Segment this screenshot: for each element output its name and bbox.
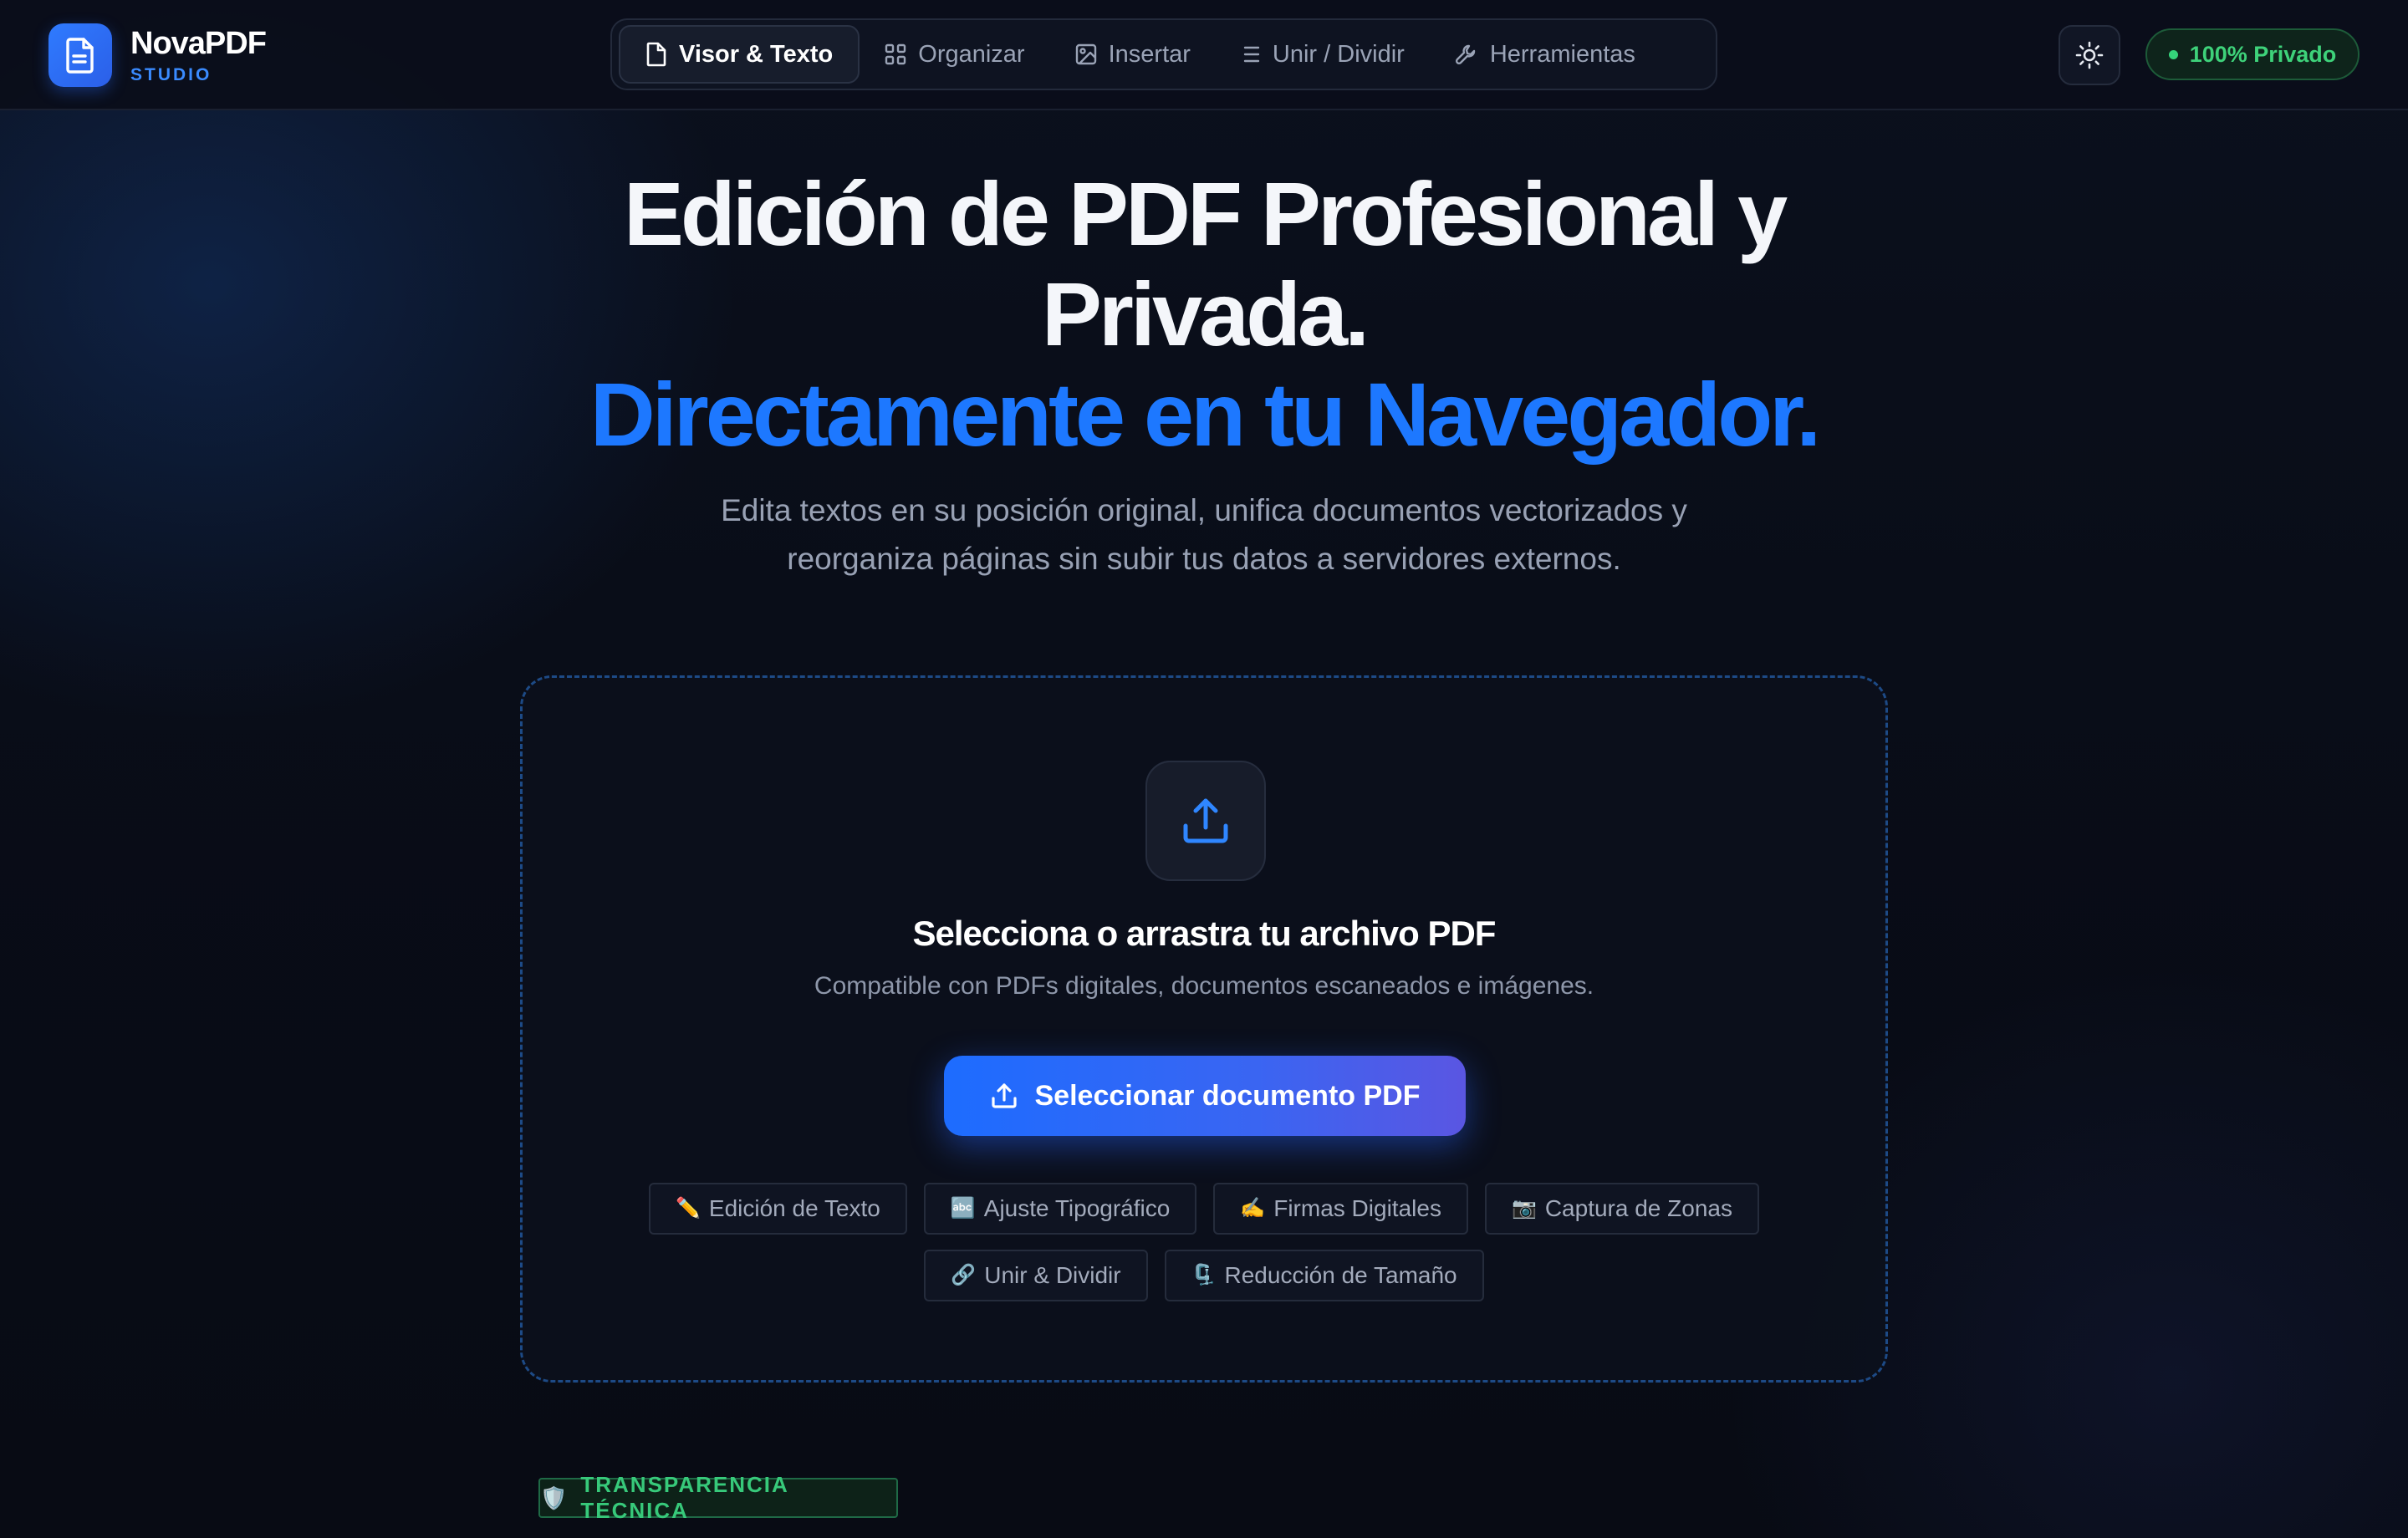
dropzone-title: Selecciona o arrastra tu archivo PDF	[912, 914, 1497, 953]
writing-hand-icon: ✍️	[1240, 1197, 1266, 1220]
sun-icon	[2075, 41, 2104, 69]
transparency-label: TRANSPARENCIA TÉCNICA	[580, 1472, 788, 1523]
privacy-label: 100% Privado	[2189, 41, 2337, 67]
brand-name: NovaPDF	[130, 25, 267, 61]
tab-label: Herramientas	[1489, 40, 1635, 68]
feature-chip-label: Firmas Digitales	[1273, 1195, 1441, 1221]
brand-subtitle: STUDIO	[130, 64, 212, 84]
theme-toggle-button[interactable]	[2059, 25, 2120, 85]
feature-chips-row: ✏️ Edición de Texto 🔤 Ajuste Tipográfico…	[523, 1183, 1885, 1235]
image-icon	[1075, 43, 1096, 65]
hero-section: Edición de PDF Profesional y Privada. Di…	[0, 164, 2408, 583]
list-icon	[1243, 46, 1260, 63]
status-dot-icon	[2168, 49, 2178, 59]
feature-chip-label: Ajuste Tipográfico	[983, 1195, 1171, 1221]
tab-label: Unir / Dividir	[1272, 40, 1405, 68]
privacy-badge: 100% Privado	[2145, 28, 2360, 80]
select-pdf-label: Seleccionar documento PDF	[1034, 1079, 1421, 1112]
feature-chip-firmas-digitales: ✍️ Firmas Digitales	[1213, 1183, 1468, 1235]
tab-insertar[interactable]: Insertar	[1050, 25, 1216, 84]
tab-herramientas[interactable]: Herramientas	[1430, 25, 1661, 84]
feature-chip-label: Edición de Texto	[708, 1195, 880, 1221]
select-pdf-button[interactable]: Seleccionar documento PDF	[944, 1056, 1466, 1136]
document-icon	[48, 23, 112, 87]
tab-organizar[interactable]: Organizar	[860, 25, 1049, 84]
feature-chip-reduccion-tamano: 🗜️ Reducción de Tamaño	[1164, 1250, 1484, 1301]
tab-visor-texto[interactable]: Visor & Texto	[619, 25, 860, 84]
tab-label: Organizar	[918, 40, 1025, 68]
brand[interactable]: NovaPDF STUDIO	[48, 23, 267, 87]
abc-icon: 🔤	[950, 1197, 976, 1220]
tab-label: Insertar	[1108, 40, 1191, 68]
feature-chip-label: Reducción de Tamaño	[1224, 1262, 1457, 1288]
feature-chip-edicion-texto: ✏️ Edición de Texto	[649, 1183, 907, 1235]
feature-chip-ajuste-tipografico: 🔤 Ajuste Tipográfico	[923, 1183, 1197, 1235]
main-nav: Visor & Texto Organizar Insertar Unir / …	[610, 18, 1717, 90]
feature-chip-label: Captura de Zonas	[1544, 1195, 1732, 1221]
tab-unir-dividir[interactable]: Unir / Dividir	[1216, 25, 1430, 84]
top-header: NovaPDF STUDIO Visor & Texto Organizar I…	[0, 0, 2408, 110]
upload-icon	[991, 1083, 1017, 1108]
hero-title-main: Edición de PDF Profesional y Privada.	[623, 163, 1788, 364]
pencil-icon: ✏️	[676, 1197, 701, 1220]
dropzone-subtitle: Compatible con PDFs digitales, documento…	[814, 972, 1594, 1000]
tab-label: Visor & Texto	[679, 40, 834, 68]
wrench-icon	[1455, 44, 1476, 65]
feature-chip-label: Unir & Dividir	[984, 1262, 1121, 1288]
hero-title-accent: Directamente en tu Navegador.	[589, 364, 1822, 465]
link-icon: 🔗	[951, 1264, 977, 1286]
feature-chip-captura-zonas: 📷 Captura de Zonas	[1484, 1183, 1759, 1235]
upload-icon[interactable]	[1145, 761, 1266, 881]
hero-subtitle: Edita textos en su posición original, un…	[721, 493, 1687, 576]
hero-title: Edición de PDF Profesional y Privada. Di…	[577, 164, 1831, 465]
shield-icon: 🛡️	[540, 1485, 569, 1510]
transparency-badge: 🛡️ TRANSPARENCIA TÉCNICA	[538, 1472, 898, 1523]
file-icon	[646, 42, 666, 67]
feature-chip-unir-dividir: 🔗 Unir & Dividir	[924, 1250, 1148, 1301]
grid-icon	[885, 43, 906, 65]
feature-chips-row: 🔗 Unir & Dividir 🗜️ Reducción de Tamaño	[523, 1250, 1885, 1301]
file-dropzone[interactable]: Selecciona o arrastra tu archivo PDF Com…	[520, 675, 1888, 1383]
compress-icon: 🗜️	[1191, 1264, 1217, 1286]
camera-icon: 📷	[1511, 1197, 1537, 1220]
